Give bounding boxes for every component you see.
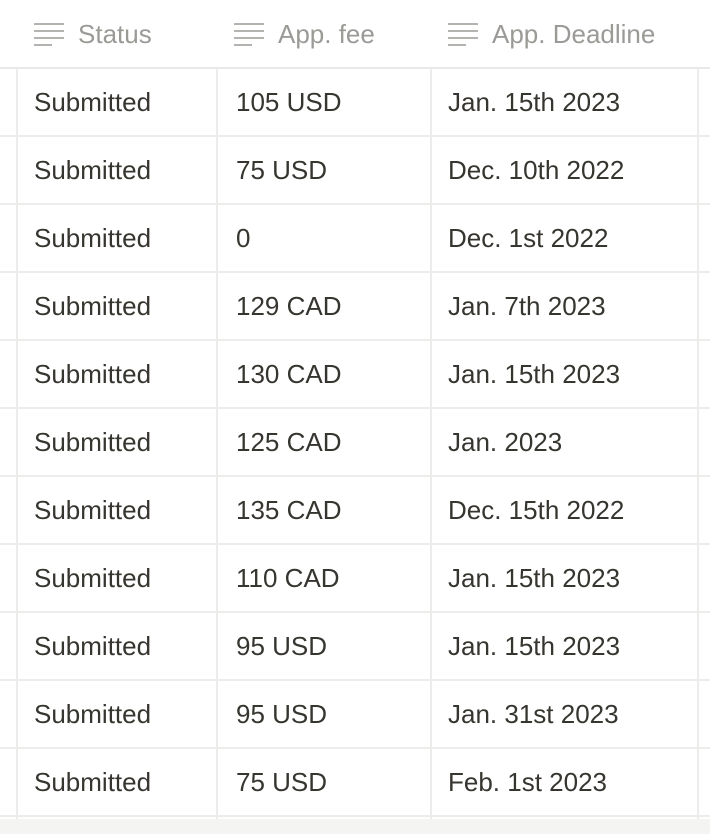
status-cell[interactable]: Submitted [34,409,151,475]
column-divider [216,69,218,819]
app-fee-cell[interactable]: 129 CAD [236,273,342,339]
status-cell[interactable]: Submitted [34,205,151,271]
app-fee-cell[interactable]: 95 USD [236,681,327,747]
status-cell[interactable]: Submitted [34,69,151,135]
text-lines-icon [34,22,64,46]
column-header-status[interactable]: Status [34,0,152,68]
app-deadline-cell[interactable]: Jan. 2023 [448,409,562,475]
status-cell[interactable]: Submitted [34,341,151,407]
app-deadline-cell[interactable]: Jan. 15th 2023 [448,613,620,679]
table-row: Submitted 135 CAD Dec. 15th 2022 [0,477,710,545]
column-header-label: Status [78,18,152,49]
table-footer-area [0,819,710,834]
app-fee-cell[interactable]: 75 USD [236,137,327,203]
column-header-label: App. Deadline [492,18,656,49]
column-header-label: App. fee [278,18,375,49]
table-row: Submitted 129 CAD Jan. 7th 2023 [0,273,710,341]
status-cell[interactable]: Submitted [34,477,151,543]
column-divider [430,69,432,819]
text-lines-icon [234,22,264,46]
app-deadline-cell[interactable]: Dec. 15th 2022 [448,477,624,543]
app-fee-cell[interactable]: 105 USD [236,69,342,135]
table-body: Submitted 105 USD Jan. 15th 2023 Submitt… [0,69,710,817]
app-deadline-cell[interactable]: Jan. 15th 2023 [448,545,620,611]
column-header-app-fee[interactable]: App. fee [234,0,375,68]
app-deadline-cell[interactable]: Jan. 15th 2023 [448,69,620,135]
status-cell[interactable]: Submitted [34,749,151,815]
table-row: Submitted 110 CAD Jan. 15th 2023 [0,545,710,613]
table-row: Submitted 75 USD Feb. 1st 2023 [0,749,710,817]
table-row: Submitted 130 CAD Jan. 15th 2023 [0,341,710,409]
app-deadline-cell[interactable]: Jan. 31st 2023 [448,681,619,747]
app-deadline-cell[interactable]: Dec. 10th 2022 [448,137,624,203]
column-divider [697,69,699,819]
app-fee-cell[interactable]: 135 CAD [236,477,342,543]
database-table: Status App. fee App. Deadline Submitted … [0,0,710,819]
app-deadline-cell[interactable]: Feb. 1st 2023 [448,749,607,815]
table-row: Submitted 95 USD Jan. 31st 2023 [0,681,710,749]
table-row: Submitted 95 USD Jan. 15th 2023 [0,613,710,681]
status-cell[interactable]: Submitted [34,273,151,339]
table-row: Submitted 125 CAD Jan. 2023 [0,409,710,477]
app-fee-cell[interactable]: 0 [236,205,250,271]
status-cell[interactable]: Submitted [34,681,151,747]
app-fee-cell[interactable]: 110 CAD [236,545,340,611]
app-fee-cell[interactable]: 75 USD [236,749,327,815]
app-deadline-cell[interactable]: Dec. 1st 2022 [448,205,608,271]
status-cell[interactable]: Submitted [34,137,151,203]
app-deadline-cell[interactable]: Jan. 7th 2023 [448,273,606,339]
app-deadline-cell[interactable]: Jan. 15th 2023 [448,341,620,407]
status-cell[interactable]: Submitted [34,545,151,611]
app-fee-cell[interactable]: 95 USD [236,613,327,679]
column-header-app-deadline[interactable]: App. Deadline [448,0,655,68]
table-row: Submitted 105 USD Jan. 15th 2023 [0,69,710,137]
table-row: Submitted 75 USD Dec. 10th 2022 [0,137,710,205]
app-fee-cell[interactable]: 130 CAD [236,341,342,407]
table-header: Status App. fee App. Deadline [0,0,710,69]
status-cell[interactable]: Submitted [34,613,151,679]
column-divider [16,69,18,819]
text-lines-icon [448,22,478,46]
app-fee-cell[interactable]: 125 CAD [236,409,342,475]
table-row: Submitted 0 Dec. 1st 2022 [0,205,710,273]
